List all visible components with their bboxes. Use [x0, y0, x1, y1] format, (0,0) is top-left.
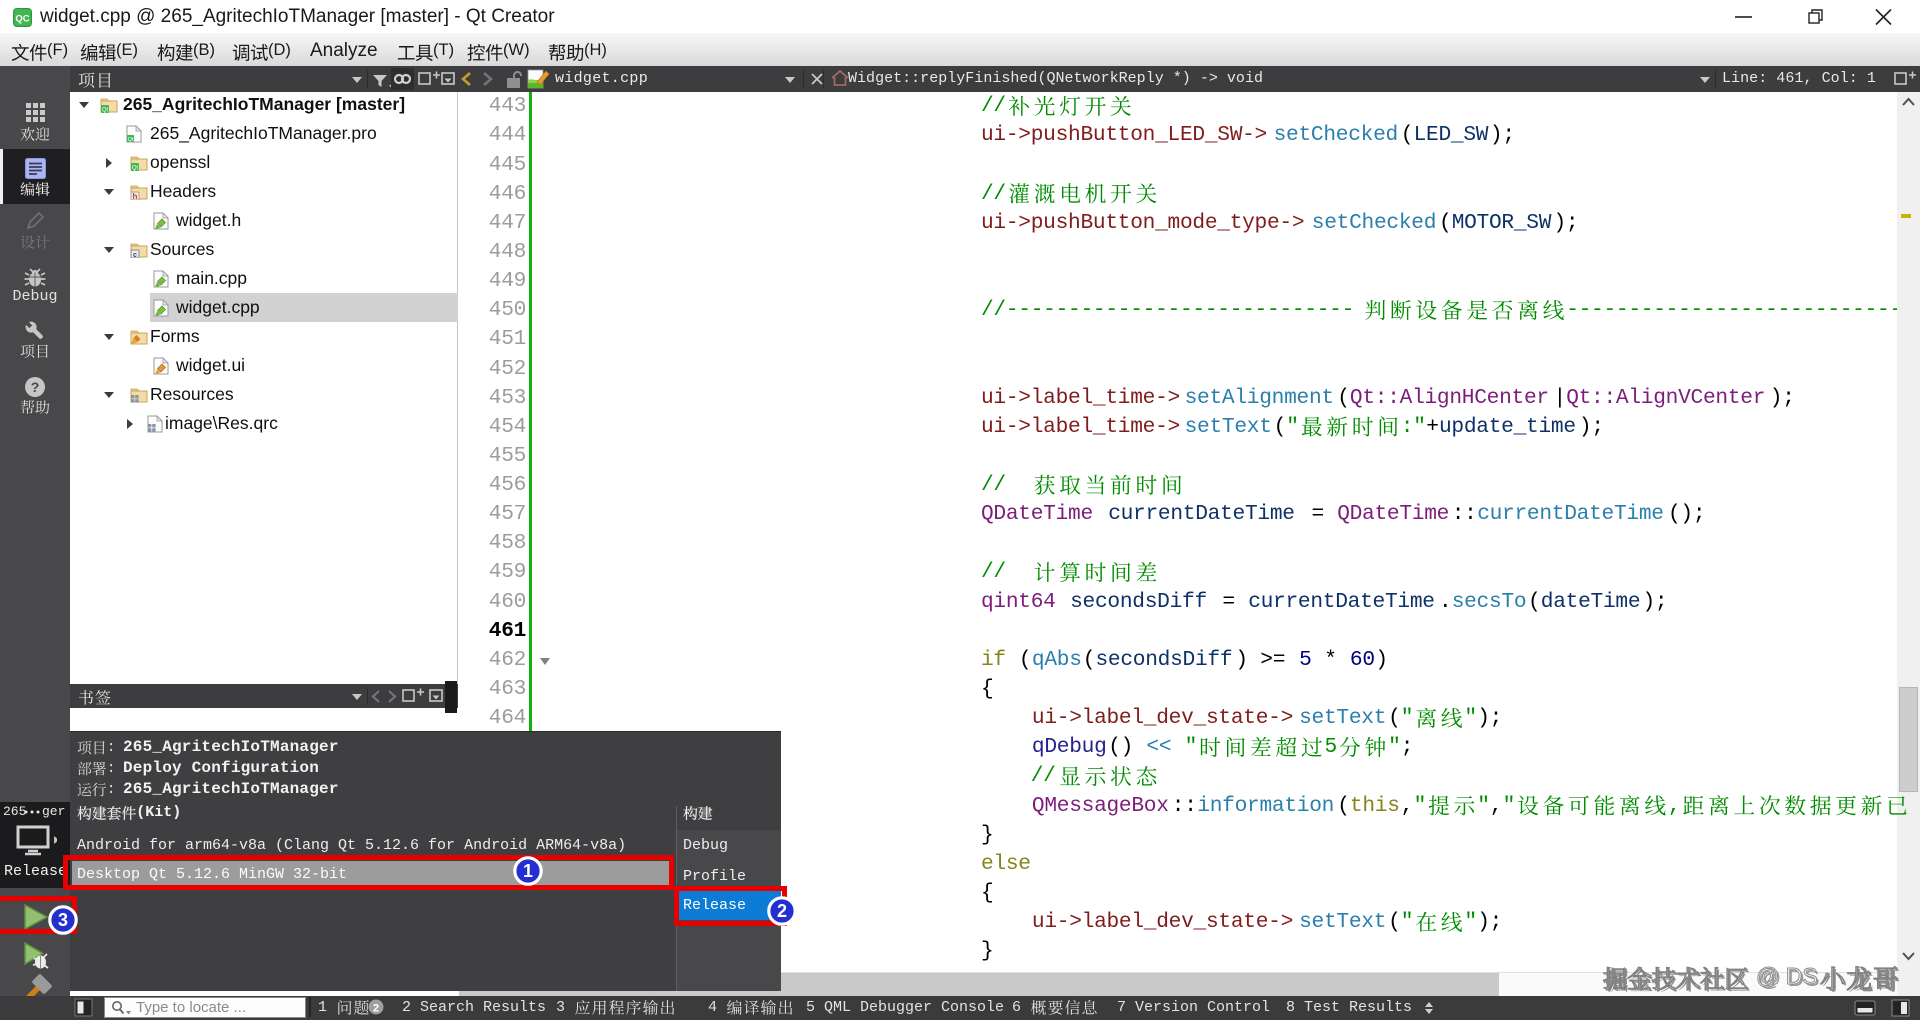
- svg-text:Qt: Qt: [102, 107, 109, 113]
- svg-text:QC: QC: [15, 14, 29, 25]
- svg-text:2: 2: [373, 1003, 379, 1015]
- svg-text:c: c: [133, 252, 137, 258]
- svg-text:Qt: Qt: [132, 165, 139, 171]
- svg-text:1: 1: [523, 861, 533, 881]
- svg-text:2: 2: [777, 901, 787, 921]
- svg-text:Qt: Qt: [128, 137, 134, 143]
- svg-text:h: h: [133, 192, 138, 200]
- svg-text:3: 3: [58, 910, 68, 930]
- svg-text:?: ?: [31, 379, 40, 395]
